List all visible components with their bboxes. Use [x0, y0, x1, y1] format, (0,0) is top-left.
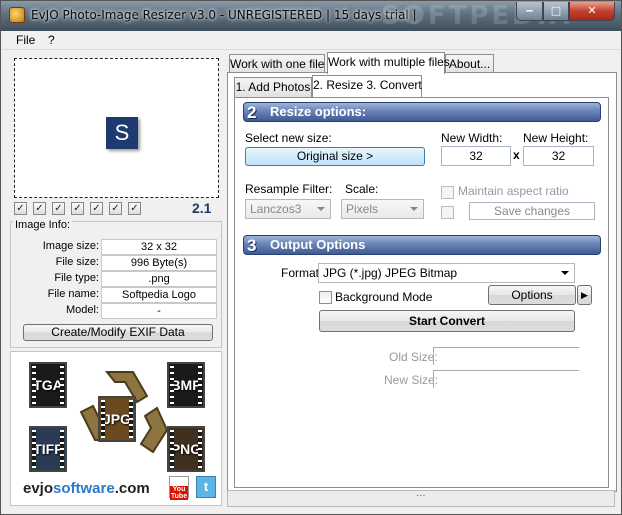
format-value: JPG (*.jpg) JPEG Bitmap: [323, 266, 458, 280]
output-step-number: 3: [247, 236, 257, 255]
menu-bar: File ?: [2, 31, 620, 50]
close-button[interactable]: ✕: [569, 2, 615, 21]
info-value: .png: [101, 271, 217, 287]
site-part-b: software: [53, 480, 115, 497]
maximize-button[interactable]: □: [543, 2, 569, 21]
original-size-button[interactable]: Original size >: [245, 147, 425, 166]
status-bar: ...: [227, 488, 615, 507]
tga-format-icon: TGA: [29, 362, 67, 408]
output-heading-text: Output Options: [270, 237, 366, 252]
youtube-icon[interactable]: You Tube: [169, 476, 189, 500]
background-mode-checkbox[interactable]: [319, 291, 332, 304]
promo-banner[interactable]: TGA BMP JPG TIFF PNG evjosoftware.com Yo…: [10, 351, 222, 506]
info-row-file-name: File name: Softpedia Logo: [11, 287, 223, 303]
info-label: File size:: [55, 256, 99, 268]
window-title: EvJO Photo-Image Resizer v3.0 - UNREGIST…: [31, 8, 417, 22]
tiff-format-icon: TIFF: [29, 426, 67, 472]
chevron-down-icon: [561, 271, 569, 275]
info-row-model: Model: -: [11, 303, 223, 319]
splitter-grip[interactable]: ...: [416, 488, 426, 499]
info-label: File type:: [54, 272, 99, 284]
info-label: Model:: [65, 304, 99, 316]
dimension-separator: x: [513, 148, 520, 162]
app-icon[interactable]: [9, 7, 25, 23]
title-bar[interactable]: EvJO Photo-Image Resizer v3.0 - UNREGIST…: [1, 1, 621, 31]
tab-about[interactable]: About...: [445, 54, 494, 74]
new-width-input[interactable]: 32: [441, 146, 511, 166]
site-part-c: .com: [114, 480, 150, 497]
menu-file[interactable]: File: [16, 33, 35, 47]
background-mode-label: Background Mode: [335, 290, 433, 304]
scale-label: Scale:: [345, 182, 379, 196]
png-format-icon: PNG: [167, 426, 205, 472]
info-row-image-size: Image size: 32 x 32: [11, 239, 223, 255]
checkbox-3[interactable]: ✓: [52, 202, 65, 215]
info-value: 32 x 32: [101, 239, 217, 255]
info-row-file-size: File size: 996 Byte(s): [11, 255, 223, 271]
maintain-aspect-checkbox[interactable]: [441, 186, 454, 199]
select-size-label: Select new size:: [245, 131, 332, 145]
resample-filter-label: Resample Filter:: [245, 182, 333, 196]
chevron-down-icon: [410, 207, 418, 211]
checkbox-6[interactable]: ✓: [109, 202, 122, 215]
info-value: -: [101, 303, 217, 319]
info-value: Softpedia Logo: [101, 287, 217, 303]
image-preview: S: [14, 58, 219, 198]
checkbox-1[interactable]: ✓: [14, 202, 27, 215]
bmp-format-icon: BMP: [167, 362, 205, 408]
output-options-heading: 3 Output Options: [243, 235, 601, 255]
minimize-button[interactable]: ‒: [516, 2, 543, 21]
old-size-label: Old Size:: [389, 350, 438, 364]
new-size-field: [433, 370, 579, 388]
info-value: 996 Byte(s): [101, 255, 217, 271]
options-button[interactable]: Options: [488, 285, 576, 305]
resize-options-heading: 2 Resize options:: [243, 102, 601, 122]
format-label: Format:: [281, 266, 323, 280]
resample-filter-select[interactable]: Lanczos3: [245, 199, 331, 219]
checkbox-2[interactable]: ✓: [33, 202, 46, 215]
create-exif-button[interactable]: Create/Modify EXIF Data: [23, 324, 213, 341]
left-panel: S ✓ ✓ ✓ ✓ ✓ ✓ ✓ 2.1 Image Info: Image si…: [9, 54, 224, 509]
save-changes-button[interactable]: Save changes: [469, 202, 595, 220]
multiple-files-panel: 1. Add Photos 2. Resize 3. Convert 2 Res…: [227, 72, 617, 492]
youtube-label: You Tube: [170, 486, 188, 500]
tab-work-with-multiple-files[interactable]: Work with multiple files: [327, 52, 450, 74]
save-changes-checkbox[interactable]: [441, 206, 454, 219]
twitter-icon[interactable]: t: [196, 476, 216, 498]
image-info-legend: Image Info:: [13, 219, 73, 231]
old-size-field: [433, 347, 579, 365]
resize-step-number: 2: [247, 103, 257, 122]
website-link[interactable]: evjosoftware.com: [23, 480, 150, 497]
new-width-label: New Width:: [441, 131, 503, 145]
info-row-file-type: File type: .png: [11, 271, 223, 287]
tab-resize-convert[interactable]: 2. Resize 3. Convert: [312, 75, 422, 97]
more-options-button[interactable]: ▶: [577, 285, 592, 305]
start-convert-button[interactable]: Start Convert: [319, 310, 575, 332]
checkbox-5[interactable]: ✓: [90, 202, 103, 215]
chevron-down-icon: [317, 207, 325, 211]
checkbox-7[interactable]: ✓: [128, 202, 141, 215]
filter-value: Lanczos3: [250, 202, 302, 216]
jpg-format-icon: JPG: [98, 396, 136, 442]
site-part-a: evjo: [23, 480, 54, 497]
tab-work-with-one-file[interactable]: Work with one file: [229, 54, 325, 74]
scale-value: Pixels: [346, 202, 379, 216]
resize-heading-text: Resize options:: [270, 104, 367, 119]
preview-image: S: [106, 117, 138, 149]
menu-help[interactable]: ?: [48, 33, 55, 47]
checkbox-4[interactable]: ✓: [71, 202, 84, 215]
tab-add-photos[interactable]: 1. Add Photos: [234, 77, 312, 97]
right-panel: Work with one file Work with multiple fi…: [227, 52, 617, 507]
version-label: 2.1: [192, 200, 212, 216]
info-label: File name:: [47, 288, 99, 300]
app-window: EvJO Photo-Image Resizer v3.0 - UNREGIST…: [0, 0, 622, 515]
scale-select[interactable]: Pixels: [341, 199, 424, 219]
format-select[interactable]: JPG (*.jpg) JPEG Bitmap: [318, 263, 575, 283]
maintain-aspect-label: Maintain aspect ratio: [458, 184, 569, 198]
new-height-input[interactable]: 32: [523, 146, 594, 166]
resize-convert-panel: 2 Resize options: Select new size: Origi…: [234, 97, 609, 488]
info-label: Image size:: [42, 240, 99, 252]
new-size-label: New Size:: [384, 373, 439, 387]
new-height-label: New Height:: [523, 131, 589, 145]
